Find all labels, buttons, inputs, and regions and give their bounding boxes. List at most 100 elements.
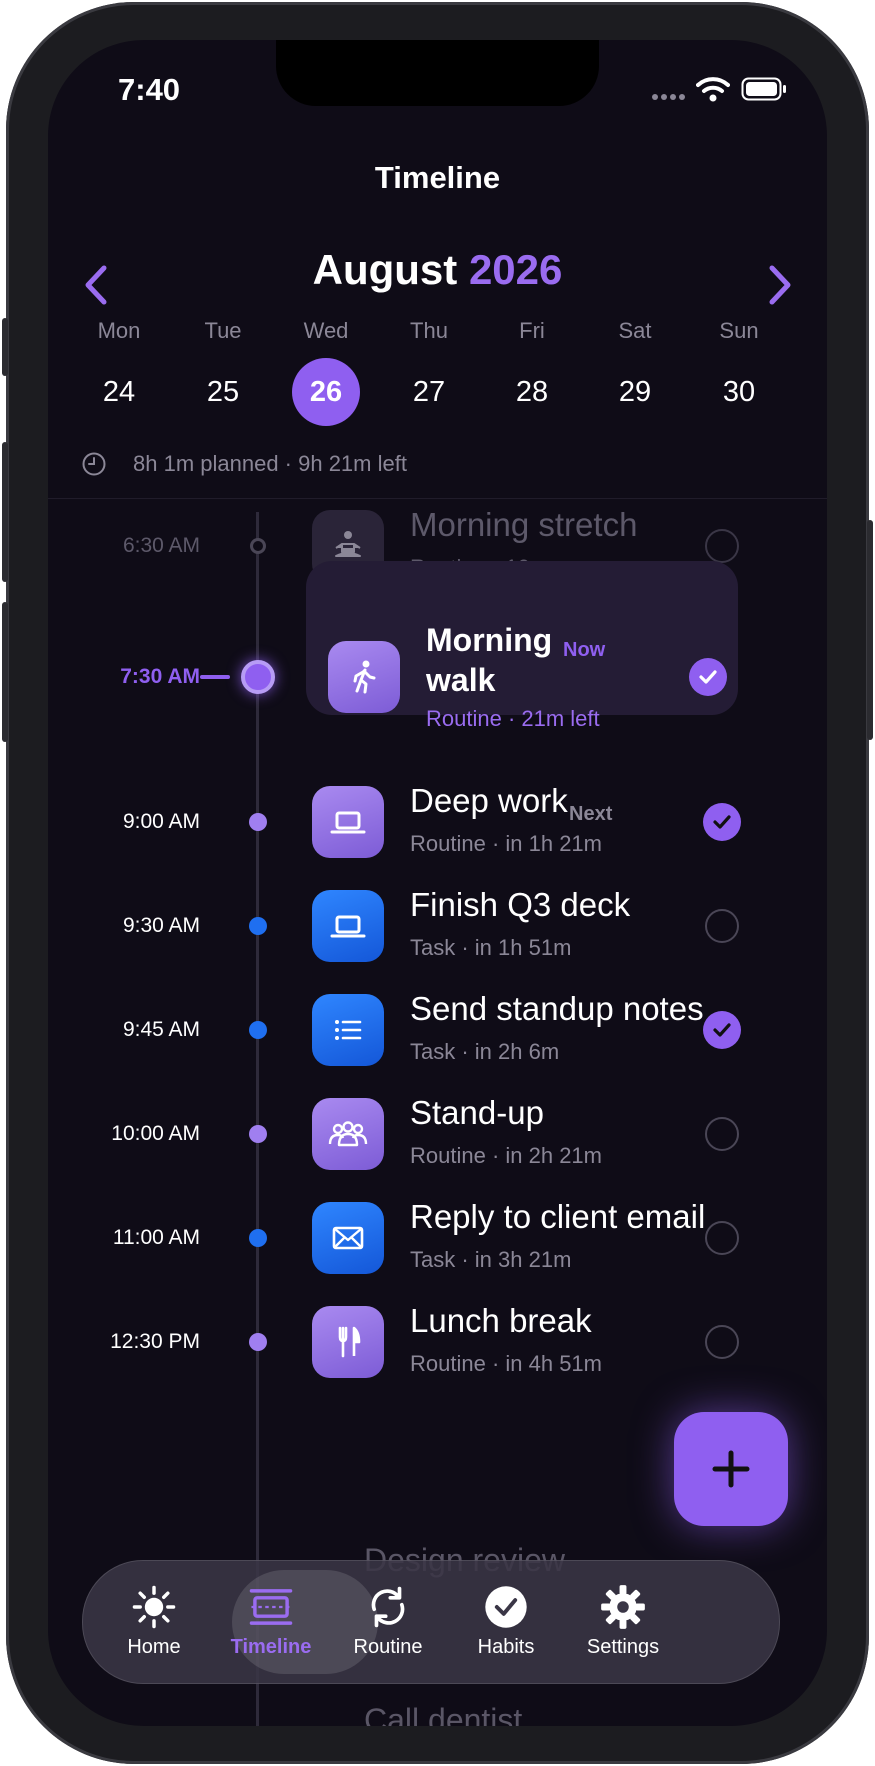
timeline-dot	[249, 813, 267, 831]
weekday-label: Tue	[204, 318, 242, 343]
now-badge: Now	[563, 639, 606, 661]
tab-label: Habits	[477, 1635, 535, 1658]
sun-icon	[131, 1584, 177, 1630]
day-button[interactable]: 25	[183, 376, 263, 409]
envelope-icon	[328, 1218, 368, 1258]
item-title: Morning stretch	[410, 506, 638, 543]
weekday-label: Fri	[519, 318, 545, 343]
meditation-icon	[328, 526, 368, 566]
item-icon-box	[312, 890, 384, 962]
add-button[interactable]	[674, 1412, 788, 1526]
item-title: Lunch break	[410, 1302, 592, 1339]
timeline-dot	[249, 1229, 267, 1247]
timeline-icon	[248, 1584, 294, 1630]
item-icon-box	[312, 786, 384, 858]
tab-label: Settings	[586, 1635, 660, 1658]
tab-label: Routine	[353, 1635, 423, 1658]
complete-checkbox[interactable]	[705, 1325, 739, 1359]
time-label: 9:00 AM	[122, 810, 200, 833]
time-label: 7:30 AM	[120, 665, 200, 688]
now-indicator-dot	[241, 660, 275, 694]
page-title: Timeline	[374, 160, 501, 195]
fork-knife-icon	[328, 1322, 368, 1362]
gear-icon	[600, 1584, 646, 1630]
tab-habits[interactable]: Habits	[446, 1560, 566, 1682]
weekday-label: Mon	[97, 318, 141, 343]
day-summary: 8h 1m planned · 9h 21m left	[133, 451, 407, 476]
timeline-rail	[256, 512, 259, 1726]
day-button-selected[interactable]: 26	[286, 376, 366, 409]
checkmark-circle-icon	[483, 1584, 529, 1630]
now-indicator-line	[200, 675, 230, 679]
item-subtitle: Routine · in 2h 21m	[410, 1143, 602, 1168]
clock-icon	[81, 451, 107, 482]
month-name: August	[312, 246, 458, 293]
complete-checkbox[interactable]	[705, 1117, 739, 1151]
laptop-icon	[328, 906, 368, 946]
peek-item-title: Call dentist	[364, 1702, 523, 1726]
mute-switch	[2, 318, 8, 376]
list-icon	[328, 1010, 368, 1050]
timeline-dot	[249, 1125, 267, 1143]
item-icon-box	[312, 994, 384, 1066]
tab-routine[interactable]: Routine	[328, 1560, 448, 1682]
chevron-right-icon	[769, 265, 791, 305]
item-subtitle: Routine · in 1h 21m	[410, 831, 602, 856]
complete-checkbox-checked[interactable]	[689, 658, 727, 696]
item-subtitle: Routine · 21m left	[426, 706, 600, 731]
tab-label: Timeline	[230, 1635, 312, 1658]
tab-settings[interactable]: Settings	[563, 1560, 683, 1682]
checkmark-icon	[711, 1019, 733, 1041]
day-button[interactable]: 28	[492, 376, 572, 409]
item-icon-box	[312, 1306, 384, 1378]
complete-checkbox[interactable]	[705, 909, 739, 943]
time-label: 9:45 AM	[122, 1018, 200, 1041]
time-label: 11:00 AM	[112, 1226, 200, 1249]
group-icon	[328, 1114, 368, 1154]
day-button[interactable]: 30	[699, 376, 779, 409]
repeat-icon	[365, 1584, 411, 1630]
item-title: Stand-up	[410, 1094, 544, 1131]
time-label: 9:30 AM	[122, 914, 200, 937]
item-title: Morning walk	[426, 622, 553, 698]
complete-checkbox[interactable]	[705, 1221, 739, 1255]
item-icon-box	[328, 641, 400, 713]
screen: 7:40 Timeline August 2026 Mon 24 Tue 25 Wed 2…	[48, 40, 827, 1726]
battery-icon	[741, 77, 787, 106]
tab-timeline[interactable]: Timeline	[211, 1560, 331, 1682]
complete-checkbox-checked[interactable]	[703, 803, 741, 841]
next-badge: Next	[569, 803, 613, 825]
weekday-label: Sat	[618, 318, 652, 343]
time-label: 12:30 PM	[110, 1330, 200, 1353]
plus-icon	[712, 1450, 750, 1488]
item-subtitle: Task · in 3h 21m	[410, 1247, 572, 1272]
item-icon-box	[312, 1098, 384, 1170]
checkmark-icon	[697, 666, 719, 688]
time-label: 10:00 AM	[111, 1122, 200, 1145]
month-year: 2026	[468, 246, 563, 293]
walking-icon	[344, 657, 384, 697]
item-subtitle: Task · in 1h 51m	[410, 935, 572, 960]
day-button[interactable]: 29	[595, 376, 675, 409]
next-month-button[interactable]	[758, 260, 798, 310]
day-button[interactable]: 27	[389, 376, 469, 409]
tab-home[interactable]: Home	[94, 1560, 214, 1682]
timeline-dot	[250, 538, 266, 554]
day-button[interactable]: 24	[79, 376, 159, 409]
complete-checkbox[interactable]	[705, 529, 739, 563]
weekday-label: Thu	[410, 318, 448, 343]
wifi-icon	[696, 76, 730, 107]
weekday-label: Wed	[303, 318, 349, 343]
status-time: 7:40	[118, 72, 181, 107]
item-title: Finish Q3 deck	[410, 886, 631, 923]
volume-down-button	[2, 602, 8, 742]
dynamic-island	[276, 40, 599, 106]
item-subtitle: Task · in 2h 6m	[410, 1039, 560, 1064]
item-icon-box	[312, 1202, 384, 1274]
timeline-dot	[249, 1333, 267, 1351]
weekday-label: Sun	[719, 318, 759, 343]
signal-icon	[652, 88, 686, 106]
complete-checkbox-checked[interactable]	[703, 1011, 741, 1049]
timeline-dot	[249, 1021, 267, 1039]
laptop-icon	[328, 802, 368, 842]
